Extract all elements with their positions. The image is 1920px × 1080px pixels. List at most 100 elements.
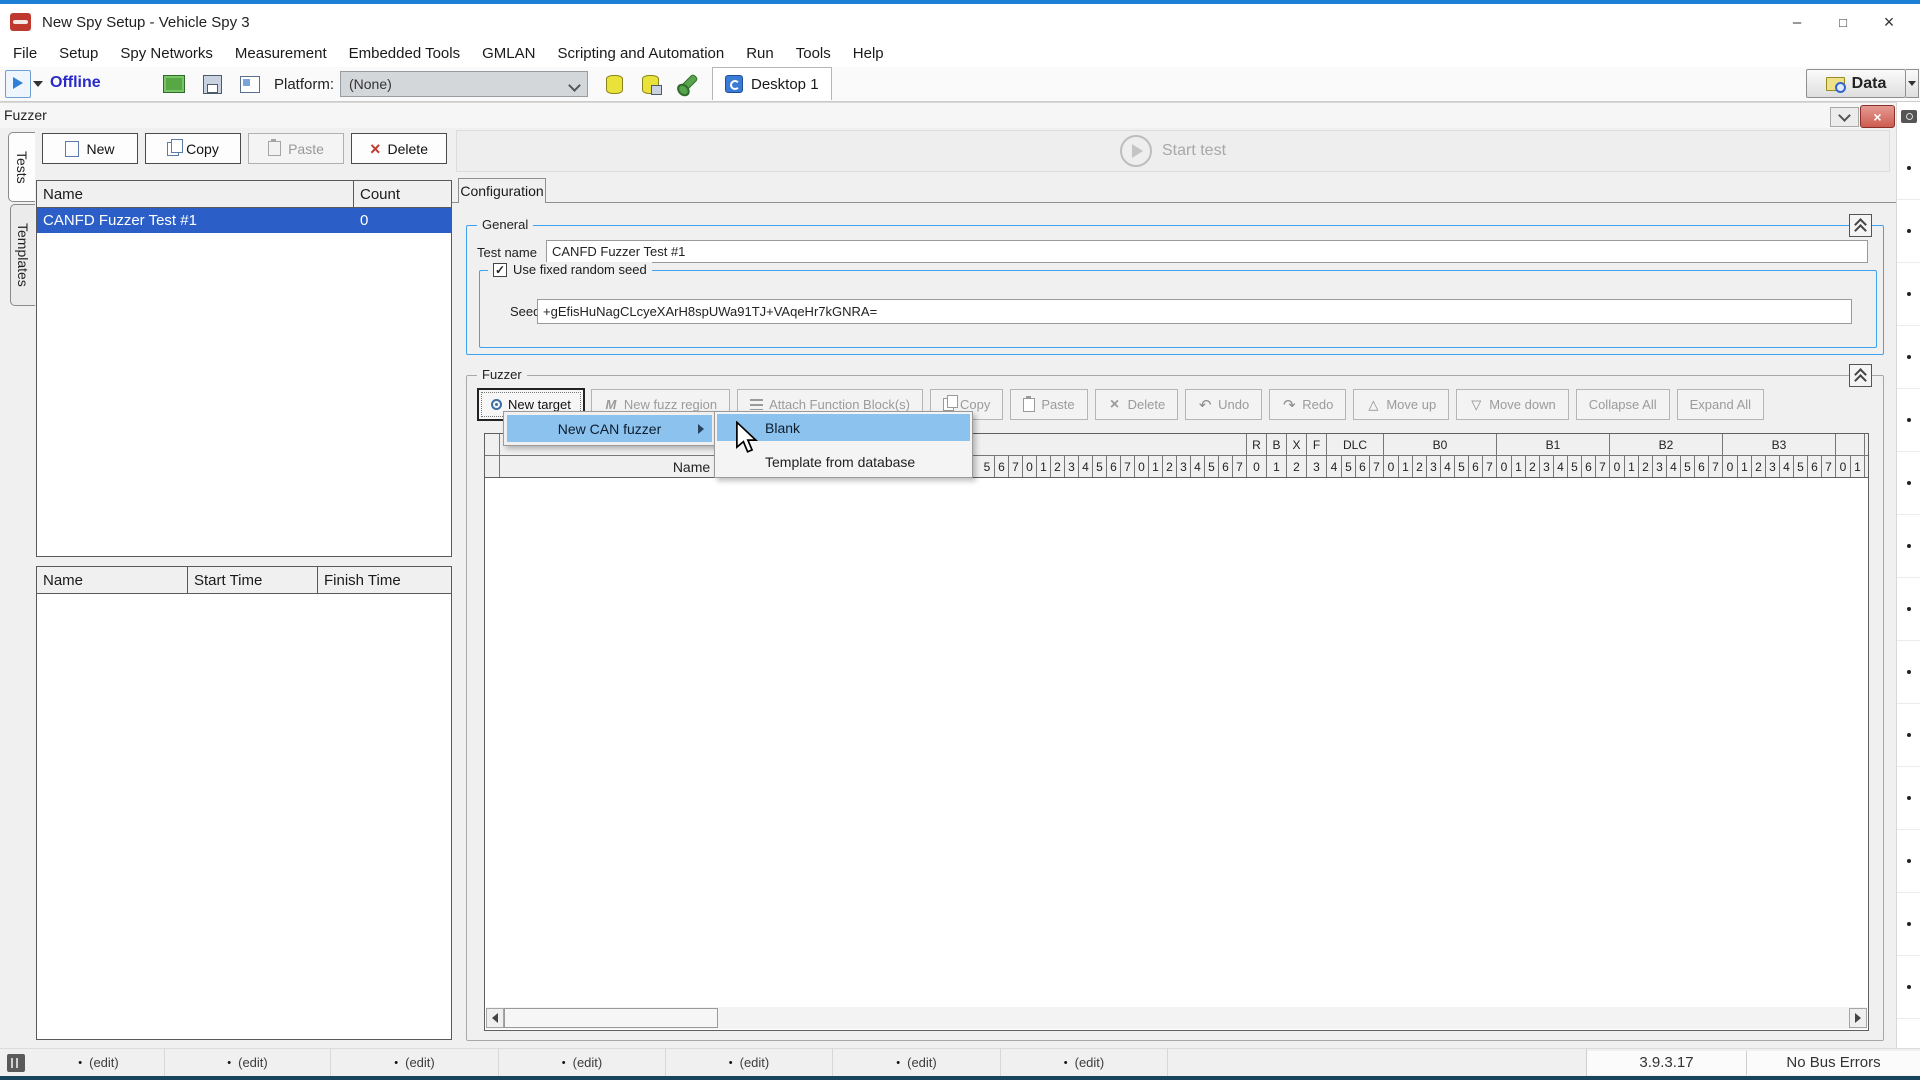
start-test-button[interactable]: Start test	[1162, 142, 1226, 160]
grid-group-b3: B301234567	[1722, 434, 1835, 477]
move-up-icon	[1366, 398, 1380, 412]
panel-collapse-button[interactable]	[1830, 107, 1859, 127]
status-spacer	[1168, 1049, 1587, 1076]
collapse-general-button[interactable]	[1849, 214, 1872, 237]
desktop-tab-label: Desktop 1	[751, 76, 819, 93]
column-header-finish-time[interactable]: Finish Time	[318, 567, 451, 593]
edit-indicator: •(edit)	[1001, 1049, 1168, 1076]
dock-dot	[1897, 137, 1920, 200]
tab-desktop-1[interactable]: Desktop 1	[712, 67, 832, 100]
scrollbar-thumb[interactable]	[504, 1008, 718, 1028]
scroll-right-button[interactable]	[1849, 1008, 1867, 1028]
test-name-input[interactable]	[546, 240, 1868, 263]
tests-table-header: Name Count	[37, 181, 451, 208]
test-actions: New Copy Paste Delete	[42, 133, 447, 164]
redo-button[interactable]: Redo	[1269, 389, 1346, 420]
chevron-down-icon	[568, 79, 581, 92]
dock-strip	[1896, 102, 1920, 1048]
new-page-icon	[65, 141, 79, 157]
panel-close-button[interactable]: ×	[1860, 105, 1895, 128]
platform-label: Platform:	[274, 76, 334, 93]
column-header-start-time[interactable]: Start Time	[188, 567, 318, 593]
tab-configuration[interactable]: Configuration	[458, 178, 546, 203]
undo-button[interactable]: Undo	[1185, 389, 1262, 420]
play-circle-icon	[1120, 135, 1152, 167]
fuzz-region-icon	[604, 398, 618, 412]
collapse-fuzzer-button[interactable]	[1849, 364, 1872, 387]
move-up-button[interactable]: Move up	[1353, 389, 1449, 420]
side-tab-templates[interactable]: Templates	[10, 204, 35, 306]
main-toolbar: Offline Platform: (None) Desktop 1 Data	[0, 67, 1920, 102]
expand-all-button[interactable]: Expand All	[1677, 389, 1764, 420]
use-fixed-seed-checkbox[interactable]	[493, 263, 507, 277]
hardware-icon[interactable]	[160, 71, 188, 97]
minimize-icon[interactable]	[1774, 8, 1820, 36]
fuzzer-grid: Name 5670123456701234567R0B1X2F3DLC4567B…	[484, 433, 1869, 1031]
table-row[interactable]: CANFD Fuzzer Test #1 0	[37, 208, 451, 233]
menu-scripting-and-automation[interactable]: Scripting and Automation	[546, 42, 735, 65]
runs-table: Name Start Time Finish Time	[36, 566, 452, 1040]
seed-label: Seed	[510, 304, 540, 319]
paste-button[interactable]: Paste	[1010, 389, 1087, 420]
grid-group-b: B1	[1266, 434, 1286, 477]
move-down-button[interactable]: Move down	[1456, 389, 1568, 420]
tests-list-panel: New Copy Paste Delete Name Count CANFD F…	[36, 128, 452, 1048]
delete-icon	[1108, 398, 1122, 412]
menu-run[interactable]: Run	[735, 42, 785, 65]
dock-dot	[1897, 200, 1920, 263]
grid-groups: 5670123456701234567R0B1X2F3DLC4567B00123…	[980, 434, 1864, 477]
database-icon[interactable]	[600, 71, 628, 97]
menu-spy-networks[interactable]: Spy Networks	[109, 42, 224, 65]
menu-file[interactable]: File	[2, 42, 48, 65]
seed-input[interactable]	[537, 299, 1852, 324]
menu-item-new-can-fuzzer[interactable]: New CAN fuzzer	[507, 415, 712, 442]
menu-measurement[interactable]: Measurement	[224, 42, 338, 65]
menu-tools[interactable]: Tools	[785, 42, 842, 65]
save-icon[interactable]	[198, 71, 226, 97]
maximize-icon[interactable]	[1820, 8, 1866, 36]
grid-group-blank-0: 5670123456701234567	[980, 434, 1246, 477]
tools-wrench-icon[interactable]	[674, 71, 702, 97]
fixed-seed-groupbox: Use fixed random seed Seed	[479, 270, 1877, 348]
move-down-icon	[1469, 398, 1483, 412]
dock-dot	[1897, 578, 1920, 641]
tests-table: Name Count CANFD Fuzzer Test #1 0	[36, 180, 452, 557]
horizontal-scrollbar[interactable]	[486, 1007, 1867, 1029]
chevron-down-icon	[1838, 109, 1851, 122]
platform-select[interactable]: (None)	[340, 71, 588, 97]
column-header-count[interactable]: Count	[354, 181, 451, 207]
scroll-left-button[interactable]	[486, 1008, 504, 1028]
delete-test-button[interactable]: Delete	[351, 133, 447, 164]
data-dropdown-button[interactable]	[1906, 69, 1919, 98]
paste-test-button[interactable]: Paste	[248, 133, 344, 164]
setup-note-icon[interactable]	[236, 71, 264, 97]
menu-setup[interactable]: Setup	[48, 42, 109, 65]
app-icon	[10, 13, 31, 31]
window-controls	[1774, 8, 1912, 36]
collapse-all-button[interactable]: Collapse All	[1576, 389, 1670, 420]
menu-gmlan[interactable]: GMLAN	[471, 42, 546, 65]
general-groupbox: General Test name Use fixed random seed …	[466, 225, 1884, 355]
delete-button[interactable]: Delete	[1095, 389, 1179, 420]
camera-icon	[1901, 110, 1917, 123]
grid-group-blank-10: 01	[1835, 434, 1864, 477]
window-bottom-edge	[0, 1076, 1920, 1080]
column-header-name[interactable]: Name	[37, 181, 354, 207]
run-play-button[interactable]	[5, 70, 31, 98]
dock-dot	[1897, 830, 1920, 893]
run-dropdown-icon[interactable]	[33, 81, 43, 87]
delete-x-icon	[370, 141, 381, 157]
fuzzer-group-label: Fuzzer	[477, 367, 527, 382]
database-save-icon[interactable]	[636, 71, 664, 97]
close-icon[interactable]	[1866, 8, 1912, 36]
menu-embedded-tools[interactable]: Embedded Tools	[338, 42, 471, 65]
edit-indicator: •(edit)	[165, 1049, 331, 1076]
data-search-icon	[1826, 77, 1845, 91]
side-tab-tests[interactable]: Tests	[8, 132, 35, 202]
menu-help[interactable]: Help	[842, 42, 895, 65]
data-button[interactable]: Data	[1806, 69, 1906, 98]
copy-test-button[interactable]: Copy	[145, 133, 241, 164]
grid-filler-column	[1864, 434, 1868, 477]
new-test-button[interactable]: New	[42, 133, 138, 164]
column-header-name[interactable]: Name	[37, 567, 188, 593]
